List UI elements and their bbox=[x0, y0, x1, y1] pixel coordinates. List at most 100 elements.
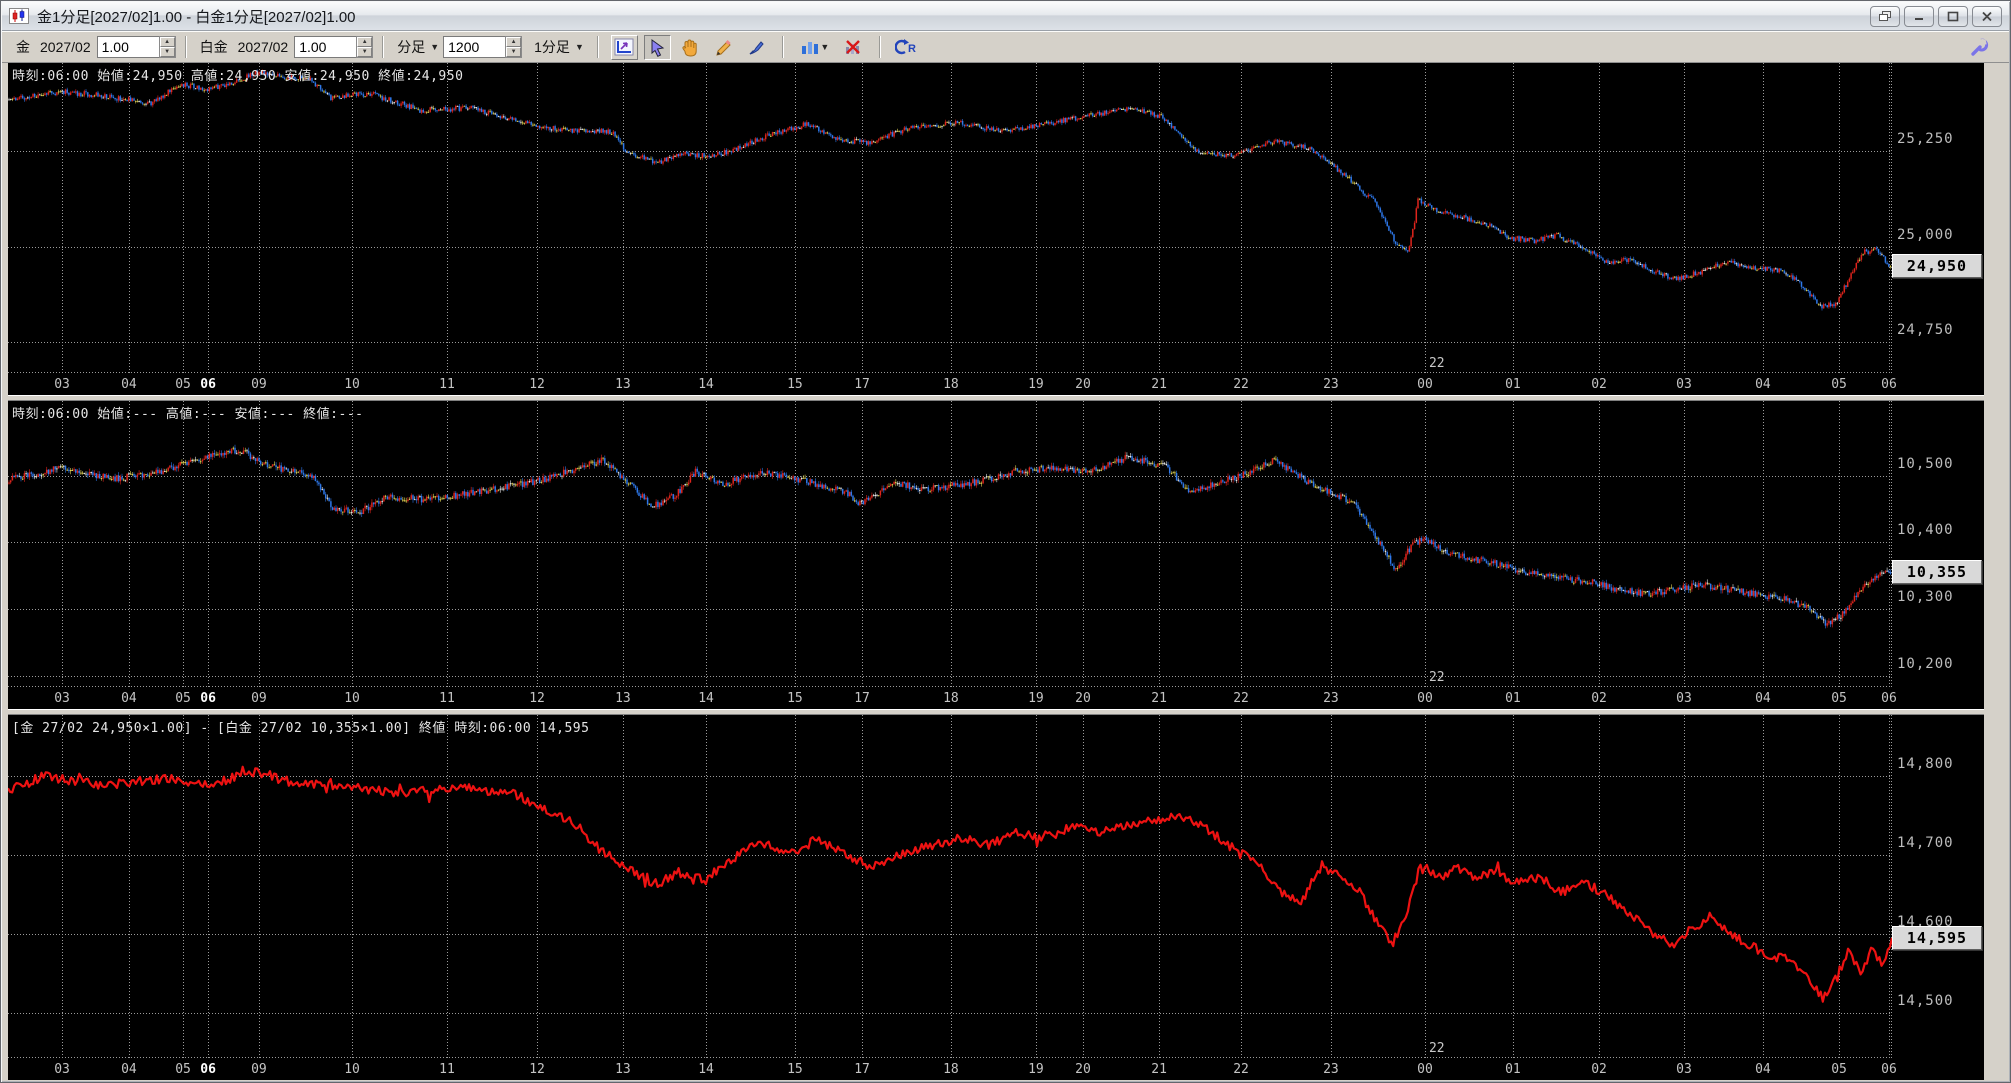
close-button[interactable] bbox=[1972, 5, 2002, 27]
gold-multiplier-up-button[interactable]: ▲ bbox=[159, 37, 175, 47]
price-tick-label: 25,000 bbox=[1897, 226, 1954, 243]
bar-count-input[interactable] bbox=[443, 36, 506, 58]
time-tick-label: 21 bbox=[1151, 691, 1167, 706]
price-tick-label: 10,500 bbox=[1897, 455, 1954, 472]
pencil-icon bbox=[716, 39, 732, 56]
bar-style-dropdown-button[interactable]: ▼ bbox=[796, 35, 834, 60]
gold-multiplier-down-button[interactable]: ▼ bbox=[159, 47, 175, 57]
time-tick-label: 17 bbox=[854, 377, 870, 392]
time-tick-label: 06 bbox=[1881, 377, 1897, 392]
time-tick-label: 17 bbox=[854, 1062, 870, 1077]
platinum-candlestick-chart bbox=[8, 401, 1892, 687]
period-type-dropdown[interactable]: 分足 ▼ bbox=[397, 37, 439, 57]
time-tick-label: 06 bbox=[200, 1062, 216, 1077]
minimize-icon bbox=[1915, 18, 1923, 20]
gold-price-axis: 25,250 25,000 24,750 24,950 bbox=[1892, 63, 1984, 373]
time-tick-label: 18 bbox=[943, 377, 959, 392]
last-price-box: 14,595 bbox=[1892, 925, 1982, 950]
bar-count-up-button[interactable]: ▲ bbox=[506, 37, 522, 47]
float-window-button[interactable] bbox=[1870, 5, 1900, 27]
platinum-symbol-label: 白金 bbox=[199, 39, 228, 55]
app-icon bbox=[9, 8, 29, 24]
time-tick-label: 03 bbox=[54, 377, 70, 392]
hand-tool-button[interactable] bbox=[677, 35, 704, 60]
spread-price-axis: 14,800 14,700 14,600 14,500 14,595 bbox=[1892, 715, 1984, 1058]
date-label: 22 bbox=[1428, 670, 1445, 685]
pointer-tool-button[interactable] bbox=[643, 34, 671, 60]
time-tick-label: 23 bbox=[1323, 1062, 1339, 1077]
time-tick-label: 01 bbox=[1505, 691, 1521, 706]
bar-count-down-button[interactable]: ▼ bbox=[506, 47, 522, 57]
svg-text:R: R bbox=[908, 43, 916, 55]
time-tick-label: 12 bbox=[529, 691, 545, 706]
maximize-button[interactable] bbox=[1938, 5, 1968, 27]
pen-tool-button[interactable] bbox=[743, 35, 770, 60]
gold-candlestick-chart bbox=[8, 63, 1892, 373]
price-tick-label: 14,800 bbox=[1897, 755, 1954, 772]
platinum-multiplier-input[interactable] bbox=[294, 36, 357, 58]
toolbar-separator bbox=[878, 36, 881, 58]
time-tick-label: 19 bbox=[1028, 377, 1044, 392]
interval-dropdown[interactable]: 1分足 ▼ bbox=[534, 37, 584, 57]
platinum-multiplier-up-button[interactable]: ▲ bbox=[357, 37, 373, 47]
toolbar-separator bbox=[382, 36, 385, 58]
title-bar[interactable]: 金1分足[2027/02]1.00 - 白金1分足[2027/02]1.00 bbox=[2, 2, 2009, 31]
platinum-month-label: 2027/02 bbox=[237, 39, 289, 55]
platinum-multiplier-down-button[interactable]: ▼ bbox=[357, 47, 373, 57]
time-tick-label: 06 bbox=[200, 377, 216, 392]
price-tick-label: 10,400 bbox=[1897, 522, 1954, 539]
time-tick-label: 18 bbox=[943, 1062, 959, 1077]
wrench-icon bbox=[1970, 38, 1988, 56]
chart-stack: 時刻:06:00 始値:24,950 高値:24,950 安値:24,950 終… bbox=[8, 63, 1984, 1080]
time-tick-label: 02 bbox=[1591, 377, 1607, 392]
toolbar-separator bbox=[596, 36, 599, 58]
platinum-price-axis: 10,500 10,400 10,300 10,200 10,355 bbox=[1892, 401, 1984, 687]
time-tick-label: 06 bbox=[1881, 691, 1897, 706]
gold-multiplier-input[interactable] bbox=[96, 36, 159, 58]
toolbar-separator bbox=[781, 36, 784, 58]
time-tick-label: 03 bbox=[1676, 1062, 1692, 1077]
time-tick-label: 00 bbox=[1417, 377, 1433, 392]
interval-label: 1分足 bbox=[534, 39, 570, 55]
spread-chart-panel: [金 27/02 24,950×1.00] - [白金 27/02 10,355… bbox=[8, 715, 1984, 1080]
time-tick-label: 14 bbox=[698, 691, 714, 706]
time-tick-label: 13 bbox=[615, 691, 631, 706]
app-window: 金1分足[2027/02]1.00 - 白金1分足[2027/02]1.00 金… bbox=[0, 0, 2011, 1083]
time-tick-label: 17 bbox=[854, 691, 870, 706]
date-label: 22 bbox=[1428, 1041, 1445, 1056]
time-tick-label: 12 bbox=[529, 1062, 545, 1077]
settings-wrench-button[interactable] bbox=[1966, 35, 1993, 60]
time-tick-label: 20 bbox=[1075, 1062, 1091, 1077]
time-tick-label: 01 bbox=[1505, 1062, 1521, 1077]
candlestick-logo-icon bbox=[12, 9, 25, 22]
gold-plot-area[interactable]: 時刻:06:00 始値:24,950 高値:24,950 安値:24,950 終… bbox=[8, 63, 1892, 373]
time-tick-label: 04 bbox=[1755, 1062, 1771, 1077]
time-tick-label: 05 bbox=[1831, 377, 1847, 392]
time-tick-label: 04 bbox=[121, 377, 137, 392]
pencil-tool-button[interactable] bbox=[710, 35, 737, 60]
time-tick-label: 11 bbox=[439, 691, 455, 706]
time-tick-label: 21 bbox=[1151, 1062, 1167, 1077]
hand-icon bbox=[682, 38, 698, 57]
platinum-time-axis: 03 04 05 06 09 10 11 12 13 14 15 17 18 19 20 21 22 23 00 01… bbox=[8, 687, 1984, 709]
price-tick-label: 10,200 bbox=[1897, 655, 1954, 672]
reload-button[interactable]: R bbox=[893, 35, 920, 60]
chart-settings-button[interactable] bbox=[610, 34, 638, 60]
time-tick-label: 04 bbox=[121, 1062, 137, 1077]
remove-study-button[interactable] bbox=[840, 35, 867, 60]
time-tick-label: 14 bbox=[698, 1062, 714, 1077]
reload-icon: R bbox=[895, 39, 916, 55]
time-tick-label: 23 bbox=[1323, 377, 1339, 392]
gold-month-label: 2027/02 bbox=[40, 39, 91, 55]
time-tick-label: 15 bbox=[787, 377, 803, 392]
time-tick-label: 03 bbox=[54, 1062, 70, 1077]
gold-chart-panel: 時刻:06:00 始値:24,950 高値:24,950 安値:24,950 終… bbox=[8, 63, 1984, 395]
minimize-button[interactable] bbox=[1904, 5, 1934, 27]
spread-plot-area[interactable]: [金 27/02 24,950×1.00] - [白金 27/02 10,355… bbox=[8, 715, 1892, 1058]
time-tick-label: 22 bbox=[1233, 1062, 1249, 1077]
time-tick-label: 10 bbox=[344, 691, 360, 706]
time-tick-label: 15 bbox=[787, 1062, 803, 1077]
time-tick-label: 14 bbox=[698, 377, 714, 392]
platinum-plot-area[interactable]: 時刻:06:00 始値:--- 高値:--- 安値:--- 終値:--- 22 bbox=[8, 401, 1892, 687]
time-tick-label: 02 bbox=[1591, 691, 1607, 706]
